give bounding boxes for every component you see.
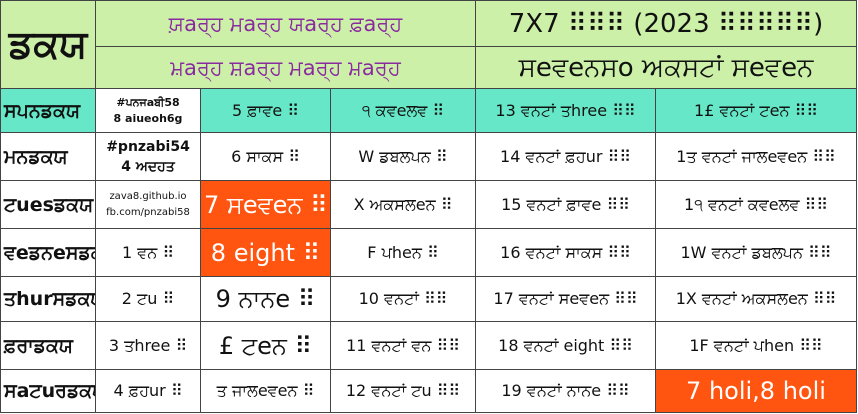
months-line-1-cell: ਯ਼aਰ੍ਹ ਮaਰ੍ਹ ਯaਰ੍ਹ ਫ਼aਰ੍ਹ (95, 0, 476, 47)
year-cell: 7X7 ⠿⠿⠿ (2023 ⠿⠿⠿⠿⠿) (475, 0, 857, 47)
date-cell: 1੧ ਵਨਟਾਂ ਕਵeਲਵ ⠿⠿ (655, 180, 857, 229)
date-cell: 16 ਵਨਟਾਂ ਸਾਕਸ ⠿⠿ (475, 228, 656, 277)
highlighted-date-cell: 8 eight ⠿ (200, 228, 331, 277)
info-hashtag-2: #pnzabi54 (106, 138, 190, 155)
date-cell: 15 ਵਨਟਾਂ ਫ਼ਾਵe ⠿⠿ (475, 180, 656, 229)
date-cell: 17 ਵਨਟਾਂ ਸeਵeਨ ⠿⠿ (475, 276, 656, 322)
date-cell: 1W ਵਨਟਾਂ ਡਬਲਪਨ ⠿⠿ (655, 228, 857, 277)
info-link-site[interactable]: zava8.github.io (99, 189, 197, 205)
info-line: 8 aiueoh6g (113, 111, 183, 125)
days-line-cell: ਸeਵeਨਸo ਅਕਸਟਾਂ ਸeਵeਨ (475, 46, 857, 89)
date-cell: 18 ਵਨਟਾਂ eight ⠿⠿ (475, 321, 656, 370)
highlighted-date-cell: 7 ਸeਵeਨ ⠿ (200, 180, 331, 229)
date-cell: 1£ ਵਨਟਾਂ ਟeਨ ⠿⠿ (655, 88, 857, 133)
date-cell: 1 ਵਨ ⠿ (95, 228, 201, 277)
calendar-title-cell: ਡਕਯ (0, 0, 96, 89)
date-cell: F ਪheਨ ⠿ (330, 228, 476, 277)
dayname-thursday: ਤhurਸਡਕਯ (0, 276, 96, 322)
date-cell: 5 ਫ਼ਾਵe ⠿ (200, 88, 331, 133)
months-line-2-cell: ਮ਼aਰ੍ਹ ਸ਼aਰ੍ਹ ਮaਰ੍ਹ ਮ਼aਰ੍ਹ (95, 46, 476, 89)
date-cell: 6 ਸਾਕਸ ⠿ (200, 132, 331, 181)
info-hashtag: #ਪਨਜaਬੀ58 (116, 95, 180, 109)
date-cell: W ਡਬਲਪਨ ⠿ (330, 132, 476, 181)
calendar-title: ਡਕਯ (8, 22, 88, 66)
calendar-table: ਡਕਯ ਯ਼aਰ੍ਹ ਮaਰ੍ਹ ਯaਰ੍ਹ ਫ਼aਰ੍ਹ 7X7 ⠿⠿⠿ (2… (0, 0, 857, 413)
dayname-friday: ਫ਼ਰਾਡਕਯ (0, 321, 96, 370)
date-cell: 11 ਵਨਟਾਂ ਵਨ ⠿⠿ (330, 321, 476, 370)
date-cell: 14 ਵਨਟਾਂ ਫ਼ਹur ⠿⠿ (475, 132, 656, 181)
dayname-wednesday: ਵeਡਨeਸਡਕਯ (0, 228, 96, 277)
date-cell: ਤ ਜਾਲeਵeਨ ⠿ (200, 369, 331, 413)
date-cell: 13 ਵਨਟਾਂ ਤhree ⠿⠿ (475, 88, 656, 133)
months-line-1: ਯ਼aਰ੍ਹ ਮaਰ੍ਹ ਯaਰ੍ਹ ਫ਼aਰ੍ਹ (168, 11, 403, 36)
dayname-monday: ਮਨਡਕਯ (0, 132, 96, 181)
date-cell: 1F ਵਨਟਾਂ ਪhen ⠿⠿ (655, 321, 857, 370)
info-line-2: 4 ਅਦਹਤ (121, 158, 175, 175)
info-link-fb[interactable]: fb.com/pnzabi58 (99, 205, 197, 221)
days-line: ਸeਵeਨਸo ਅਕਸਟਾਂ ਸeਵeਨ (518, 52, 814, 83)
date-cell: 3 ਤhree ⠿ (95, 321, 201, 370)
date-cell: 2 ਟu ⠿ (95, 276, 201, 322)
large-date-cell: 9 ਨਾਨe ⠿ (200, 276, 331, 322)
date-cell: X ਅਕਸਲeਨ ⠿ (330, 180, 476, 229)
dayname-saturday: ਸaਟuਰਡਕਯ (0, 369, 96, 413)
info-cell-1: #ਪਨਜaਬੀ58 8 aiueoh6g (95, 88, 201, 133)
dayname-sunday: ਸਪਨਡਕਯ (0, 88, 96, 133)
date-cell: 12 ਵਨਟਾਂ ਟu ⠿⠿ (330, 369, 476, 413)
months-line-2: ਮ਼aਰ੍ਹ ਸ਼aਰ੍ਹ ਮaਰ੍ਹ ਮ਼aਰ੍ਹ (170, 55, 401, 80)
date-cell: 1X ਵਨਟਾਂ ਅਕਸਲeਨ ⠿⠿ (655, 276, 857, 322)
date-cell: 10 ਵਨਟਾਂ ⠿⠿ (330, 276, 476, 322)
dayname-tuesday: ਟuesਡਕਯ (0, 180, 96, 229)
info-cell-3: zava8.github.io fb.com/pnzabi58 (95, 180, 201, 229)
date-cell: 4 ਫ਼ਹur ⠿ (95, 369, 201, 413)
date-cell: 1ਤ ਵਨਟਾਂ ਜਾਲeਵeਨ ⠿⠿ (655, 132, 857, 181)
holiday-cell: 7 holi,8 holi (655, 369, 857, 413)
year-line: 7X7 ⠿⠿⠿ (2023 ⠿⠿⠿⠿⠿) (508, 8, 824, 39)
date-cell: ੧ ਕਵeਲਵ ⠿ (330, 88, 476, 133)
large-date-cell: £ ਟeਨ ⠿ (200, 321, 331, 370)
date-cell: 19 ਵਨਟਾਂ ਨਾਨe ⠿⠿ (475, 369, 656, 413)
info-cell-2: #pnzabi54 4 ਅਦਹਤ (95, 132, 201, 181)
